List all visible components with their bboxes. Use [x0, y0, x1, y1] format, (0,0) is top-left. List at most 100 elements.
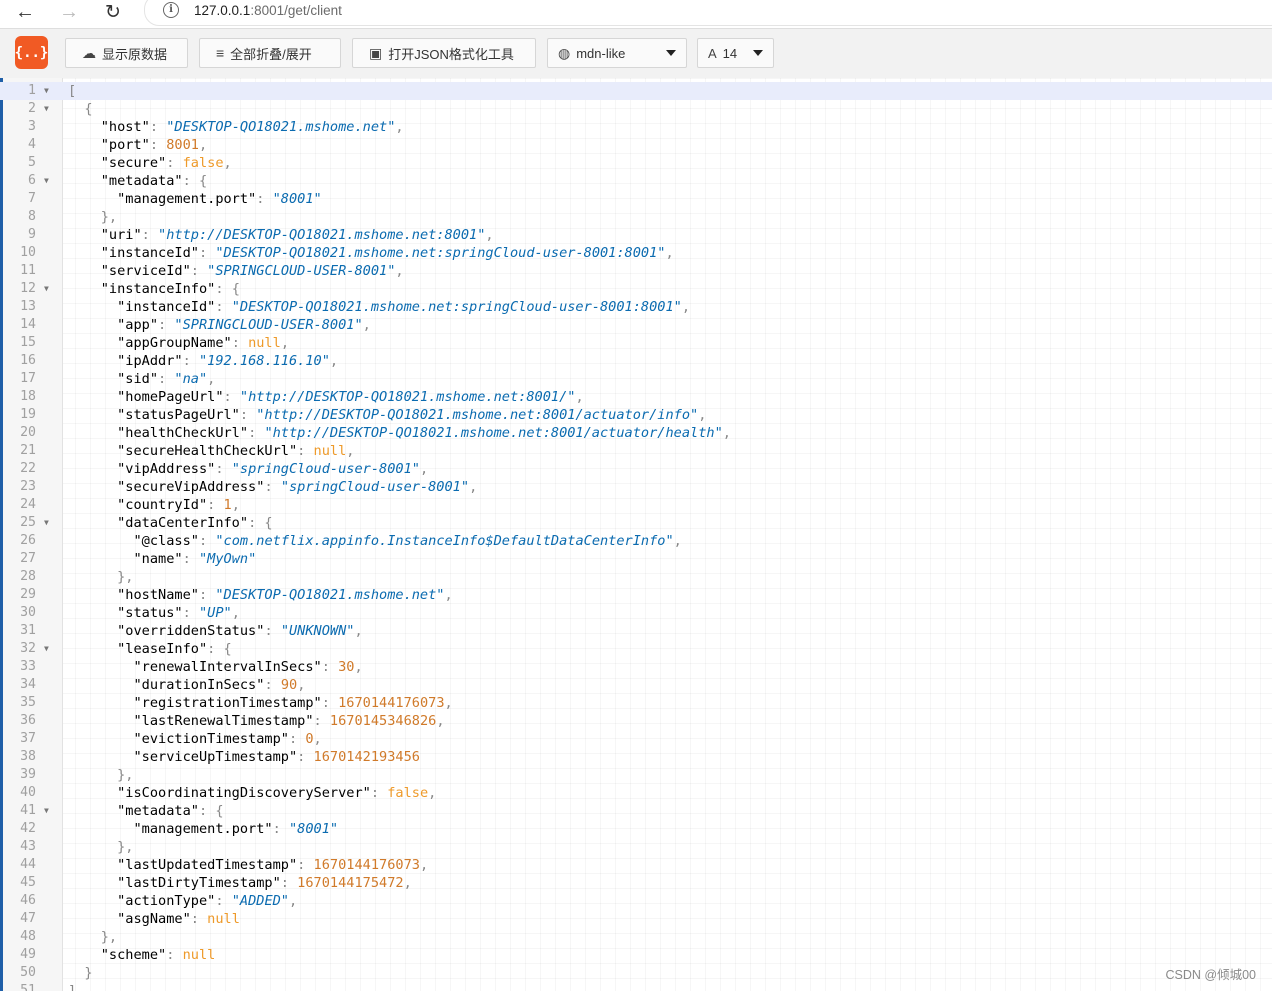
code-line[interactable]: 14 "app": "SPRINGCLOUD-USER-8001", — [0, 316, 1272, 334]
code-line[interactable]: 21 "secureHealthCheckUrl": null, — [0, 442, 1272, 460]
code-lines[interactable]: 1 ▼ [2 ▼ {3 "host": "DESKTOP-QO18021.mshome… — [0, 82, 1272, 991]
fold-all-button[interactable]: ≡ 全部折叠/展开 — [199, 38, 341, 68]
json-punctuation: , — [665, 245, 674, 261]
fold-toggle-icon[interactable]: ▼ — [44, 280, 49, 298]
json-editor[interactable]: 1 ▼ [2 ▼ {3 "host": "DESKTOP-QO18021.mshome… — [0, 78, 1272, 991]
code-line[interactable]: 38 "serviceUpTimestamp": 1670142193456 — [0, 748, 1272, 766]
code-line[interactable]: 43 }, — [0, 838, 1272, 856]
code-line[interactable]: 33 "renewalIntervalInSecs": 30, — [0, 658, 1272, 676]
code-line[interactable]: 26 "@class": "com.netflix.appinfo.Instan… — [0, 532, 1272, 550]
code-line[interactable]: 16 "ipAddr": "192.168.116.10", — [0, 352, 1272, 370]
code-line[interactable]: 9 "uri": "http://DESKTOP-QO18021.mshome.… — [0, 226, 1272, 244]
code-line[interactable]: 12 ▼ "instanceInfo": { — [0, 280, 1272, 298]
json-punctuation: , — [444, 695, 453, 711]
code-line[interactable]: 39 }, — [0, 766, 1272, 784]
code-line[interactable]: 24 "countryId": 1, — [0, 496, 1272, 514]
code-text: "instanceId": "DESKTOP-QO18021.mshome.ne… — [68, 244, 674, 262]
code-text: "port": 8001, — [68, 136, 207, 154]
code-line[interactable]: 4 "port": 8001, — [0, 136, 1272, 154]
font-size-select[interactable]: A 14 — [697, 38, 774, 68]
code-line[interactable]: 2 ▼ { — [0, 100, 1272, 118]
code-line[interactable]: 47 "asgName": null — [0, 910, 1272, 928]
line-number: 30 — [20, 605, 36, 620]
code-line[interactable]: 35 "registrationTimestamp": 167014417607… — [0, 694, 1272, 712]
fold-toggle-icon[interactable]: ▼ — [44, 640, 49, 658]
code-line[interactable]: 28 }, — [0, 568, 1272, 586]
extension-logo[interactable]: {..} — [15, 36, 48, 69]
json-string: "http://DESKTOP-QO18021.mshome.net:8001/… — [264, 425, 723, 441]
json-punctuation: , — [673, 533, 682, 549]
json-punctuation: : — [215, 893, 232, 909]
code-line[interactable]: 41 ▼ "metadata": { — [0, 802, 1272, 820]
code-line[interactable]: 23 "secureVipAddress": "springCloud-user… — [0, 478, 1272, 496]
fold-toggle-icon[interactable]: ▼ — [44, 514, 49, 532]
code-line[interactable]: 11 "serviceId": "SPRINGCLOUD-USER-8001", — [0, 262, 1272, 280]
json-punctuation: : — [264, 623, 281, 639]
json-punctuation: , — [231, 497, 240, 513]
code-line[interactable]: 15 "appGroupName": null, — [0, 334, 1272, 352]
show-raw-button[interactable]: ☁ 显示原数据 — [65, 38, 188, 68]
code-line[interactable]: 6 ▼ "metadata": { — [0, 172, 1272, 190]
code-line[interactable]: 3 "host": "DESKTOP-QO18021.mshome.net", — [0, 118, 1272, 136]
code-line[interactable]: 20 "healthCheckUrl": "http://DESKTOP-QO1… — [0, 424, 1272, 442]
code-line[interactable]: 48 }, — [0, 928, 1272, 946]
address-bar[interactable]: i 127.0.0.1:8001/get/client — [144, 0, 1272, 26]
fold-toggle-icon[interactable]: ▼ — [44, 100, 49, 118]
code-text: }, — [68, 928, 117, 946]
json-key: "appGroupName" — [117, 335, 232, 351]
code-line[interactable]: 10 "instanceId": "DESKTOP-QO18021.mshome… — [0, 244, 1272, 262]
code-line[interactable]: 29 "hostName": "DESKTOP-QO18021.mshome.n… — [0, 586, 1272, 604]
json-punctuation: , — [698, 407, 707, 423]
json-punctuation: }, — [117, 767, 134, 783]
theme-select[interactable]: ◍ mdn-like — [547, 38, 687, 68]
code-line[interactable]: 18 "homePageUrl": "http://DESKTOP-QO1802… — [0, 388, 1272, 406]
code-line[interactable]: 44 "lastUpdatedTimestamp": 1670144176073… — [0, 856, 1272, 874]
code-line[interactable]: 51] — [0, 982, 1272, 991]
json-punctuation: , — [354, 659, 363, 675]
json-punctuation: : — [272, 821, 289, 837]
code-line[interactable]: 34 "durationInSecs": 90, — [0, 676, 1272, 694]
code-line[interactable]: 27 "name": "MyOwn" — [0, 550, 1272, 568]
json-punctuation: , — [419, 857, 429, 873]
code-line[interactable]: 50 } — [0, 964, 1272, 982]
code-line[interactable]: 31 "overriddenStatus": "UNKNOWN", — [0, 622, 1272, 640]
code-line[interactable]: 42 "management.port": "8001" — [0, 820, 1272, 838]
json-string: "8001" — [289, 821, 339, 837]
back-arrow-icon[interactable]: ← — [10, 0, 40, 24]
line-number: 43 — [20, 839, 36, 854]
fold-toggle-icon[interactable]: ▼ — [44, 172, 49, 190]
code-line[interactable]: 7 "management.port": "8001" — [0, 190, 1272, 208]
json-punctuation: : — [231, 335, 249, 351]
code-line[interactable]: 22 "vipAddress": "springCloud-user-8001"… — [0, 460, 1272, 478]
json-literal: false — [182, 155, 224, 171]
code-line[interactable]: 19 "statusPageUrl": "http://DESKTOP-QO18… — [0, 406, 1272, 424]
json-punctuation: : — [166, 155, 183, 171]
url-text[interactable]: 127.0.0.1:8001/get/client — [194, 3, 342, 18]
code-line[interactable]: 40 "isCoordinatingDiscoveryServer": fals… — [0, 784, 1272, 802]
info-icon[interactable]: i — [163, 2, 179, 18]
code-line[interactable]: 37 "evictionTimestamp": 0, — [0, 730, 1272, 748]
code-text: "renewalIntervalInSecs": 30, — [68, 658, 363, 676]
code-line[interactable]: 1 ▼ [ — [0, 82, 1272, 100]
json-punctuation: : — [248, 425, 265, 441]
code-line[interactable]: 5 "secure": false, — [0, 154, 1272, 172]
code-line[interactable]: 32 ▼ "leaseInfo": { — [0, 640, 1272, 658]
code-line[interactable]: 46 "actionType": "ADDED", — [0, 892, 1272, 910]
code-line[interactable]: 8 }, — [0, 208, 1272, 226]
open-json-tool-button[interactable]: ▣ 打开JSON格式化工具 — [352, 38, 536, 68]
line-number: 4 — [28, 137, 36, 152]
reload-icon[interactable]: ↻ — [98, 0, 128, 24]
fold-toggle-icon[interactable]: ▼ — [44, 82, 49, 100]
code-text: "@class": "com.netflix.appinfo.InstanceI… — [68, 532, 682, 550]
code-line[interactable]: 25 ▼ "dataCenterInfo": { — [0, 514, 1272, 532]
code-line[interactable]: 36 "lastRenewalTimestamp": 1670145346826… — [0, 712, 1272, 730]
code-line[interactable]: 13 "instanceId": "DESKTOP-QO18021.mshome… — [0, 298, 1272, 316]
code-line[interactable]: 17 "sid": "na", — [0, 370, 1272, 388]
code-line[interactable]: 49 "scheme": null — [0, 946, 1272, 964]
fold-toggle-icon[interactable]: ▼ — [44, 802, 49, 820]
code-line[interactable]: 30 "status": "UP", — [0, 604, 1272, 622]
forward-arrow-icon[interactable]: → — [54, 0, 84, 24]
json-punctuation: : — [149, 119, 167, 135]
line-number: 41 — [20, 803, 36, 818]
code-line[interactable]: 45 "lastDirtyTimestamp": 1670144175472, — [0, 874, 1272, 892]
